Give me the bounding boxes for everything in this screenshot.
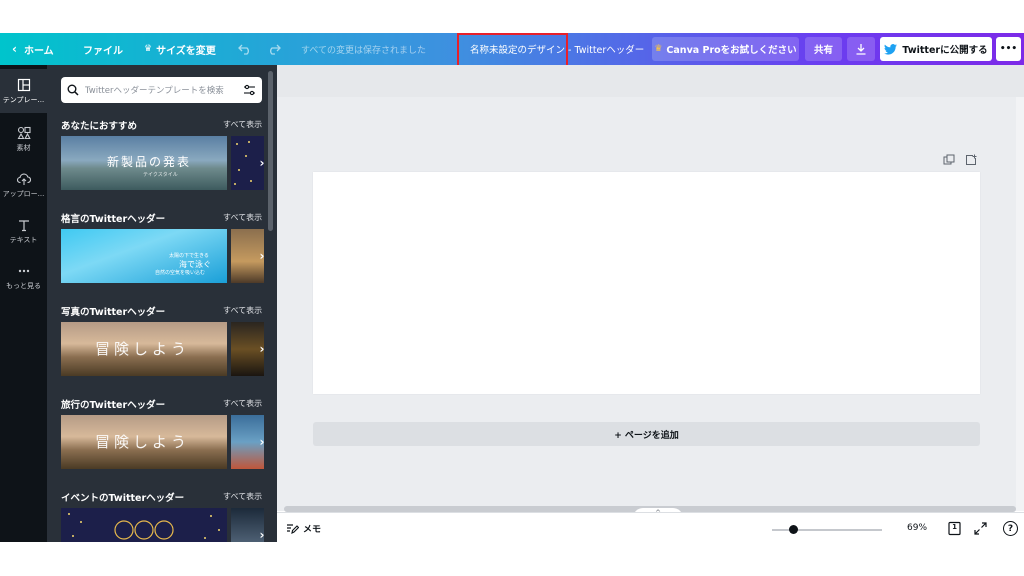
add-page-icon[interactable]	[965, 154, 977, 166]
thumb-subtext: テイクスタイル	[143, 172, 178, 178]
redo-icon	[270, 44, 281, 55]
section-title: 格言のTwitterヘッダー	[61, 214, 166, 225]
zoom-level[interactable]: 69%	[907, 513, 927, 543]
more-dots-icon	[18, 269, 29, 272]
text-icon	[18, 219, 29, 231]
chevron-right-icon[interactable]: ›	[255, 156, 269, 170]
rail-label: アップロー...	[2, 189, 45, 198]
crown-icon: ♛	[654, 44, 663, 54]
home-label: ホーム	[23, 45, 54, 57]
see-all-link[interactable]: すべて表示	[223, 212, 262, 223]
design-canvas[interactable]	[313, 172, 980, 394]
template-thumbnail[interactable]: 冒険しよう	[61, 322, 227, 376]
publish-label: Twitterに公開する	[902, 45, 988, 56]
rail-item-text[interactable]: テキスト	[0, 209, 47, 253]
workspace-toolbar-area	[277, 65, 1024, 97]
crown-icon: ♛	[144, 44, 153, 54]
chevron-right-icon[interactable]: ›	[255, 435, 269, 449]
memo-label: メモ	[303, 524, 322, 535]
download-icon	[856, 44, 866, 55]
side-rail: テンプレー... 素材 アップロー... テキスト もっと見る	[0, 65, 47, 542]
search-placeholder: Twitterヘッダーテンプレートを検索	[85, 86, 224, 96]
section-title: 旅行のTwitterヘッダー	[61, 400, 166, 411]
rail-label: もっと見る	[6, 281, 41, 290]
title-highlight-box	[457, 33, 568, 69]
add-page-label: + ページを追加	[614, 430, 679, 441]
section-title: 写真のTwitterヘッダー	[61, 307, 166, 318]
chevron-left-icon: ‹	[12, 42, 17, 56]
rail-label: 素材	[16, 143, 31, 152]
zoom-slider-handle[interactable]	[788, 525, 798, 534]
publish-twitter-button[interactable]: Twitterに公開する	[880, 37, 992, 61]
share-label: 共有	[813, 45, 833, 56]
chevron-right-icon[interactable]: ›	[255, 342, 269, 356]
redo-button[interactable]	[267, 33, 281, 65]
event-decoration	[68, 513, 220, 540]
chevron-right-icon[interactable]: ›	[255, 528, 269, 542]
section-title: あなたにおすすめ	[61, 121, 138, 132]
search-icon	[67, 84, 79, 96]
see-all-link[interactable]: すべて表示	[223, 491, 262, 502]
more-icon: •••	[999, 44, 1018, 54]
add-page-button[interactable]: + ページを追加	[313, 422, 980, 446]
see-all-link[interactable]: すべて表示	[223, 305, 262, 316]
panel-scrollbar[interactable]	[268, 71, 273, 231]
thumb-text: 冒険しよう	[95, 340, 191, 358]
see-all-link[interactable]: すべて表示	[223, 119, 262, 130]
memo-button[interactable]: メモ	[286, 513, 321, 543]
thumb-text: 冒険しよう	[95, 433, 191, 451]
save-status: すべての変更は保存されました	[301, 45, 427, 56]
template-panel: Twitterヘッダーテンプレートを検索 あなたにおすすめ すべて表示 新製品の…	[47, 65, 277, 542]
fullscreen-icon[interactable]	[973, 521, 988, 536]
duplicate-page-icon[interactable]	[943, 154, 955, 166]
help-icon: ?	[1007, 523, 1014, 534]
elements-icon	[17, 126, 31, 139]
chevron-right-icon[interactable]: ›	[255, 249, 269, 263]
help-button[interactable]: ?	[1003, 521, 1018, 536]
notes-icon	[287, 523, 299, 534]
canva-pro-label: Canva Proをお試しください	[666, 45, 797, 56]
download-button[interactable]	[847, 37, 875, 61]
file-menu-button[interactable]: ファイル	[83, 33, 123, 65]
resize-button[interactable]: ♛ サイズを変更	[144, 33, 216, 65]
thumb-text: 自然の空気を吸い込む	[155, 270, 206, 276]
see-all-link[interactable]: すべて表示	[223, 398, 262, 409]
filter-icon[interactable]	[243, 84, 256, 96]
share-button[interactable]: 共有	[805, 37, 842, 61]
bottom-bar: メモ 69% 1 ?	[277, 512, 1024, 542]
template-thumbnail[interactable]: 太陽の下で生きる 海で泳ぐ 自然の空気を吸い込む	[61, 229, 227, 283]
more-options-button[interactable]: •••	[996, 37, 1021, 61]
twitter-icon	[884, 43, 898, 55]
template-thumbnail[interactable]: 新製品の発表 テイクスタイル	[61, 136, 227, 190]
template-thumbnail[interactable]	[61, 508, 227, 542]
template-search-input[interactable]: Twitterヘッダーテンプレートを検索	[61, 77, 262, 103]
undo-button[interactable]	[238, 33, 252, 65]
canva-pro-button[interactable]: ♛ Canva Proをお試しください	[652, 37, 799, 61]
page-count: 1	[952, 523, 957, 531]
undo-icon	[238, 44, 249, 55]
template-icon	[17, 78, 30, 91]
section-title: イベントのTwitterヘッダー	[61, 493, 185, 504]
thumb-text: 新製品の発表	[107, 155, 192, 169]
template-thumbnail[interactable]: 冒険しよう	[61, 415, 227, 469]
thumb-text: 太陽の下で生きる	[169, 253, 209, 259]
home-button[interactable]: ‹ ホーム	[12, 33, 54, 65]
rail-item-templates[interactable]: テンプレー...	[0, 69, 47, 113]
rail-item-elements[interactable]: 素材	[0, 117, 47, 161]
upload-cloud-icon	[16, 173, 31, 185]
file-label: ファイル	[83, 45, 123, 57]
rail-item-uploads[interactable]: アップロー...	[0, 163, 47, 207]
vertical-scrollbar[interactable]	[1016, 97, 1024, 511]
resize-label: サイズを変更	[156, 45, 216, 57]
rail-label: テキスト	[9, 235, 38, 244]
rail-item-more[interactable]: もっと見る	[0, 255, 47, 299]
rail-label: テンプレー...	[2, 95, 45, 104]
